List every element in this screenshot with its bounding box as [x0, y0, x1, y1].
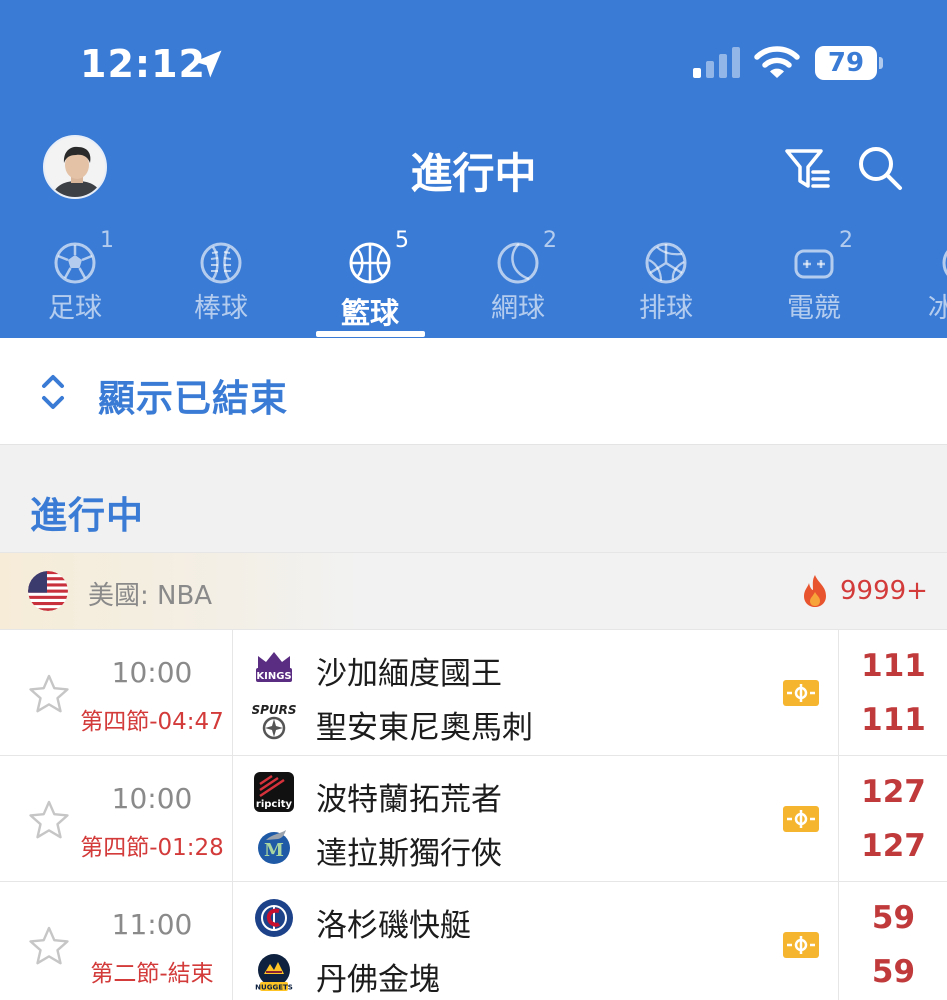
favorite-star-icon[interactable] [28, 925, 70, 967]
svg-text:M: M [264, 840, 284, 861]
active-tab-indicator [316, 331, 425, 337]
filter-icon[interactable] [784, 146, 830, 192]
tab-count: 2 [839, 228, 853, 253]
tab-label: 排球 [639, 293, 693, 324]
baseball-icon [200, 242, 242, 284]
kings-logo-icon: KINGS [256, 652, 292, 682]
svg-text:NUGGETS: NUGGETS [255, 984, 293, 992]
match-time: 10:00 [111, 656, 193, 689]
match-time: 11:00 [111, 908, 193, 941]
fire-icon [804, 575, 826, 607]
divider [838, 756, 839, 882]
divider [838, 630, 839, 756]
home-team-name: 波特蘭拓荒者 [316, 782, 502, 818]
live-field-icon[interactable] [783, 680, 819, 706]
league-name: 美國: NBA [88, 581, 213, 611]
home-score: 127 [861, 774, 926, 810]
home-score: 111 [861, 648, 926, 684]
tab-count: 5 [395, 228, 409, 253]
svg-text:SPURS: SPURS [252, 703, 296, 717]
home-score: 59 [871, 900, 916, 936]
tab-label: 網球 [491, 293, 545, 324]
tab-baseball[interactable]: 棒球 [146, 228, 296, 338]
hot-count: 9999+ [840, 576, 928, 606]
tab-label: 足球 [48, 293, 102, 324]
match-row[interactable]: 10:00 第四節-04:47 KINGS 沙加緬度國王 SPURS 聖安東尼奧… [0, 630, 947, 756]
tab-hockey[interactable]: 冰 [888, 228, 947, 338]
tab-basketball[interactable]: 5 籃球 [295, 228, 445, 338]
nuggets-logo-icon: NUGGETS [255, 954, 293, 992]
mavericks-logo-icon: M [258, 830, 290, 864]
spurs-logo-icon: SPURS [252, 703, 296, 740]
clippers-logo-icon [255, 899, 293, 937]
search-icon[interactable] [856, 144, 904, 192]
divider [838, 882, 839, 1000]
tab-label: 電競 [787, 293, 841, 324]
tab-label: 籃球 [340, 296, 399, 330]
away-score: 111 [861, 702, 926, 738]
battery-tip [879, 57, 883, 69]
wifi-icon [754, 46, 800, 78]
show-finished-label: 顯示已結束 [98, 377, 288, 420]
top-app-bar: 12:12 79 進行中 1 足球 棒球 5 籃球 2 網球 排球 2 電競 冰 [0, 0, 947, 338]
tab-count: 2 [543, 228, 557, 253]
away-team-name: 達拉斯獨行俠 [316, 836, 502, 872]
battery-indicator: 79 [815, 46, 883, 80]
blazers-logo-icon: ripcity [254, 772, 294, 812]
away-score: 127 [861, 828, 926, 864]
match-time: 10:00 [111, 782, 193, 815]
tab-volleyball[interactable]: 排球 [591, 228, 741, 338]
match-row[interactable]: 11:00 第二節-結束 洛杉磯快艇 NUGGETS 丹佛金塊 59 59 [0, 882, 947, 1000]
live-field-icon[interactable] [783, 806, 819, 832]
sport-tabs: 1 足球 棒球 5 籃球 2 網球 排球 2 電競 冰 [0, 228, 947, 338]
match-status: 第四節-01:28 [80, 835, 224, 861]
away-score: 59 [871, 954, 916, 990]
location-arrow-icon [194, 50, 222, 78]
divider [232, 630, 233, 756]
home-team-name: 沙加緬度國王 [316, 656, 502, 692]
away-team-name: 聖安東尼奧馬刺 [316, 710, 533, 746]
battery-percentage: 79 [827, 48, 865, 78]
section-title: 進行中 [30, 494, 144, 537]
tab-esports[interactable]: 2 電競 [739, 228, 889, 338]
favorite-star-icon[interactable] [28, 673, 70, 715]
volleyball-icon [645, 242, 687, 284]
tennis-ball-icon [497, 242, 539, 284]
away-team-name: 丹佛金塊 [316, 962, 440, 998]
divider [232, 756, 233, 882]
home-team-name: 洛杉磯快艇 [316, 908, 471, 944]
match-status: 第二節-結束 [90, 961, 214, 987]
basketball-icon [349, 242, 391, 284]
gamepad-icon [794, 249, 834, 279]
favorite-star-icon[interactable] [28, 799, 70, 841]
tab-tennis[interactable]: 2 網球 [443, 228, 593, 338]
match-row[interactable]: 10:00 第四節-01:28 ripcity 波特蘭拓荒者 M 達拉斯獨行俠 … [0, 756, 947, 882]
status-time: 12:12 [80, 42, 206, 86]
match-status: 第四節-04:47 [80, 709, 224, 735]
expand-collapse-icon [42, 375, 64, 409]
tab-count: 1 [100, 228, 114, 253]
section-header: 進行中 [0, 444, 947, 552]
soccer-ball-icon [54, 242, 96, 284]
divider [232, 882, 233, 1000]
cellular-signal-icon [693, 47, 740, 78]
svg-text:ripcity: ripcity [256, 799, 293, 810]
us-flag-icon [28, 571, 68, 611]
show-finished-toggle[interactable]: 顯示已結束 [0, 338, 947, 444]
tab-soccer[interactable]: 1 足球 [0, 228, 150, 338]
hockey-icon [942, 250, 947, 276]
svg-text:KINGS: KINGS [256, 671, 291, 682]
league-header[interactable]: 美國: NBA 9999+ [0, 552, 947, 630]
live-field-icon[interactable] [783, 932, 819, 958]
tab-label: 冰 [928, 293, 947, 324]
tab-label: 棒球 [194, 293, 248, 324]
